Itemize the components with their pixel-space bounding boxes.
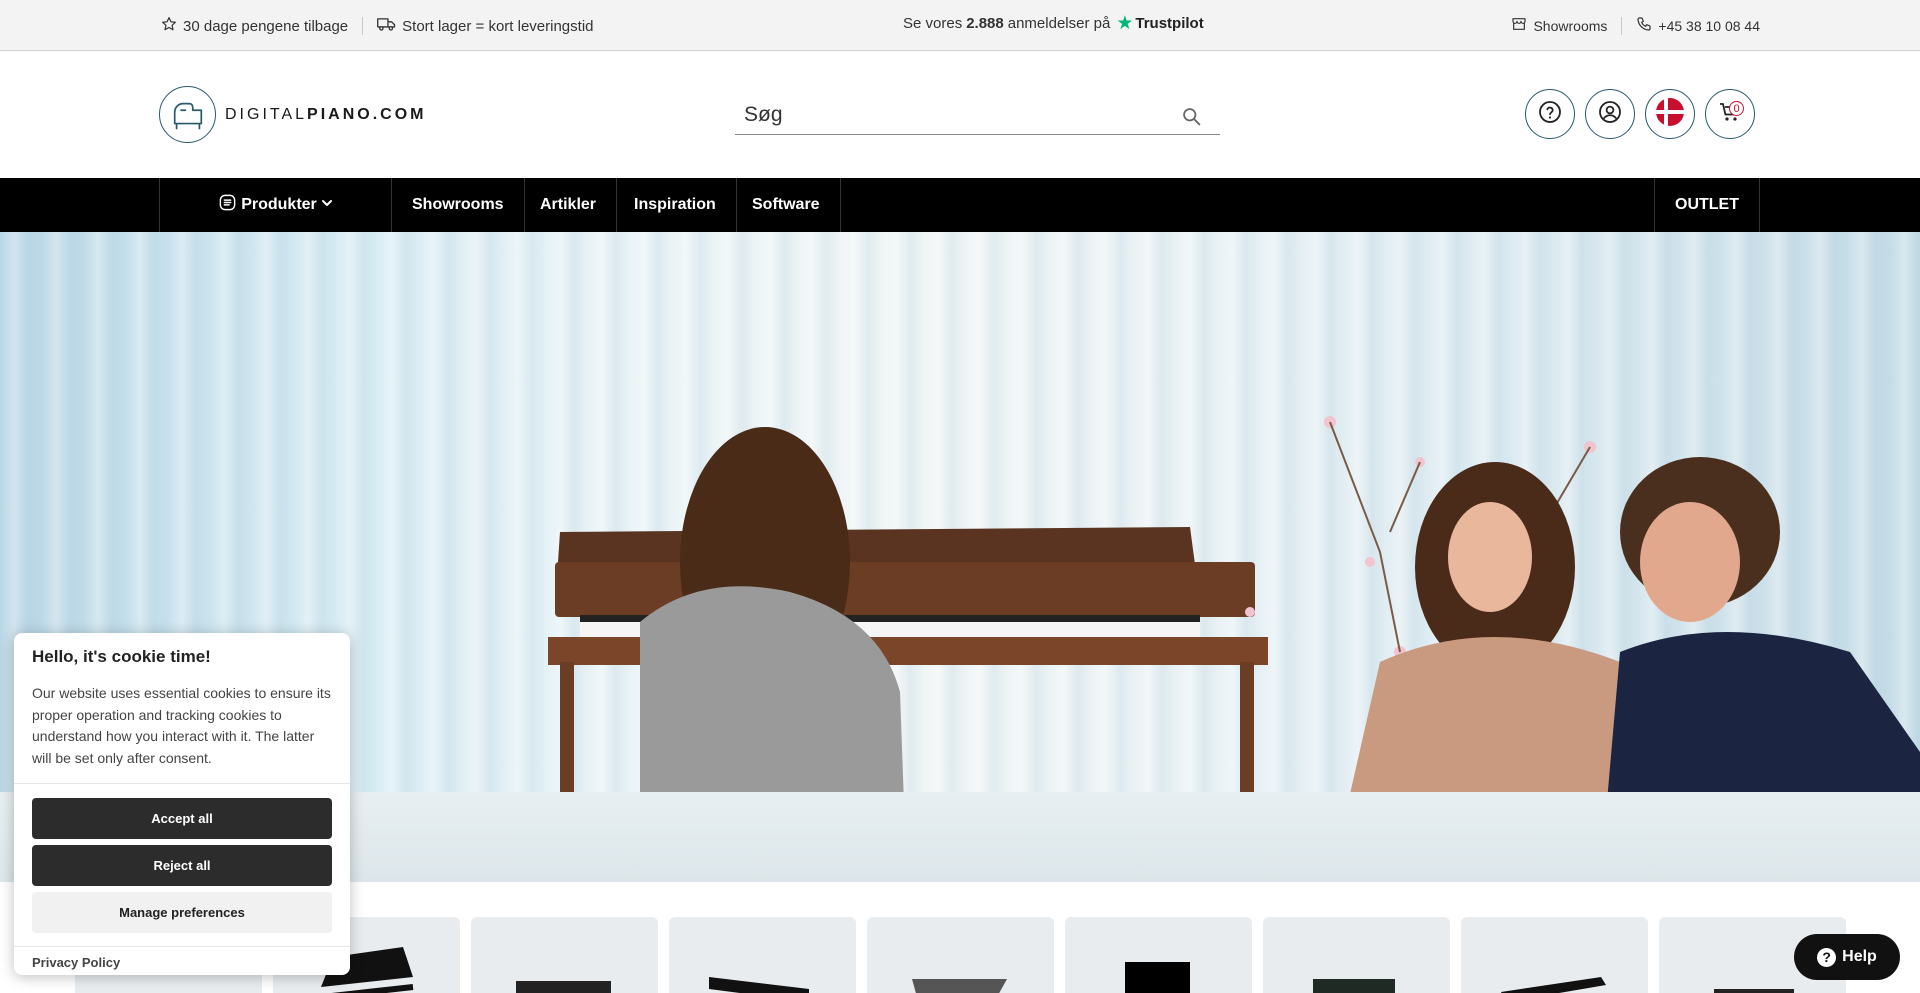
truck-icon xyxy=(377,16,396,36)
question-circle-icon: ? xyxy=(1817,947,1837,967)
site-logo-link[interactable]: DIGITALPIANO.COM xyxy=(159,86,427,143)
nav-articles[interactable]: Artikler xyxy=(520,178,618,232)
reviews-prefix: Se vores xyxy=(903,15,963,32)
upright-piano-thumb xyxy=(1125,962,1190,993)
accept-all-button[interactable]: Accept all xyxy=(32,798,332,839)
product-card[interactable] xyxy=(669,917,856,993)
reviews-count: 2.888 xyxy=(966,15,1004,32)
help-label: Help xyxy=(1842,948,1877,965)
help-button[interactable] xyxy=(1525,89,1575,139)
help-chat-button[interactable]: ? Help xyxy=(1794,934,1900,980)
product-card[interactable] xyxy=(1065,917,1252,993)
product-card[interactable] xyxy=(471,917,658,993)
nav-products-label: Produkter xyxy=(241,196,317,213)
controller-thumb xyxy=(912,979,1007,993)
nav-outlet[interactable]: OUTLET xyxy=(1654,178,1759,232)
phone-icon xyxy=(1636,16,1652,35)
danish-flag-icon xyxy=(1655,97,1685,132)
top-info-bar: 30 dage pengene tilbage Stort lager = ko… xyxy=(0,0,1920,51)
user-icon xyxy=(1598,100,1622,129)
phone-number: +45 38 10 08 44 xyxy=(1658,17,1760,34)
star-outline-icon xyxy=(161,16,177,36)
cookie-consent-dialog: Hello, it's cookie time! Our website use… xyxy=(14,633,350,975)
site-header: DIGITALPIANO.COM 0 xyxy=(0,52,1920,177)
workstation-thumb xyxy=(1313,979,1395,993)
cookie-description: Our website uses essential cookies to en… xyxy=(32,685,331,766)
cart-count-badge: 0 xyxy=(1729,101,1744,116)
stock-info: Stort lager = kort leveringstid xyxy=(377,16,594,36)
phone-link[interactable]: +45 38 10 08 44 xyxy=(1636,16,1760,35)
stage-piano-thumb xyxy=(1501,977,1606,993)
piano-logo-icon xyxy=(159,86,216,143)
search-input[interactable] xyxy=(735,98,1155,132)
chevron-down-icon xyxy=(321,196,333,214)
product-card[interactable] xyxy=(1263,917,1450,993)
privacy-policy-link[interactable]: Privacy Policy xyxy=(32,955,120,970)
nav-software[interactable]: Software xyxy=(732,178,841,232)
manage-preferences-button[interactable]: Manage preferences xyxy=(32,892,332,933)
trustpilot-star-icon: ★ xyxy=(1116,13,1134,34)
store-icon xyxy=(1511,16,1527,35)
product-card[interactable] xyxy=(867,917,1054,993)
logo-wordmark: DIGITALPIANO.COM xyxy=(225,105,427,123)
language-button[interactable] xyxy=(1645,89,1695,139)
cart-button[interactable]: 0 xyxy=(1705,89,1755,139)
synth-thumb xyxy=(516,981,611,993)
reviews-suffix: anmeldelser på xyxy=(1007,15,1111,32)
menu-list-icon xyxy=(218,193,237,217)
reject-all-button[interactable]: Reject all xyxy=(32,845,332,886)
product-card[interactable] xyxy=(1461,917,1648,993)
keyboard-thumb xyxy=(709,977,809,993)
showrooms-label: Showrooms xyxy=(1533,17,1608,34)
stock-text: Stort lager = kort leveringstid xyxy=(402,17,594,35)
search-icon[interactable] xyxy=(1181,106,1202,132)
guarantee-text: 30 dage pengene tilbage xyxy=(183,17,349,35)
cookie-title: Hello, it's cookie time! xyxy=(32,647,211,666)
question-icon xyxy=(1538,100,1562,129)
showrooms-link[interactable]: Showrooms xyxy=(1511,16,1607,35)
main-navigation: Produkter Showrooms Artikler Inspiration… xyxy=(0,178,1920,232)
nav-inspiration[interactable]: Inspiration xyxy=(614,178,737,232)
account-button[interactable] xyxy=(1585,89,1635,139)
trustpilot-reviews-link[interactable]: Se vores 2.888 anmeldelser på ★ Trustpil… xyxy=(903,14,1204,33)
trustpilot-name: Trustpilot xyxy=(1135,15,1204,32)
search-box xyxy=(735,98,1220,135)
guarantee-info: 30 dage pengene tilbage xyxy=(161,16,348,36)
nav-showrooms[interactable]: Showrooms xyxy=(392,178,525,232)
nav-products-dropdown[interactable]: Produkter xyxy=(160,178,392,232)
